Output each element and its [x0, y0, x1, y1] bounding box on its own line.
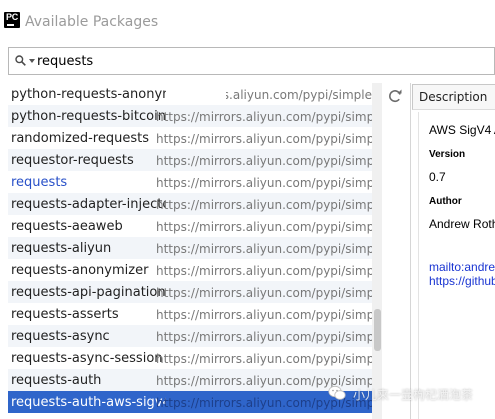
- package-row[interactable]: requests-anonymizer https://mirrors.aliy…: [8, 259, 372, 281]
- search-history-dropdown-icon[interactable]: [29, 59, 35, 63]
- package-name: requestor-requests: [11, 153, 134, 168]
- package-row[interactable]: requests-async-session https://mirrors.a…: [8, 347, 372, 369]
- package-repository: https://mirrors.aliyun.com/pypi/simple/: [156, 132, 372, 146]
- window-title: Available Packages: [25, 14, 159, 30]
- package-repository: https://mirrors.aliyun.com/pypi/simple/: [156, 176, 372, 190]
- package-list[interactable]: python-requests-anonymous-session https:…: [8, 83, 382, 419]
- package-name: requests-aliyun: [11, 241, 112, 256]
- description-header: Description: [412, 84, 495, 110]
- wechat-icon: [328, 385, 346, 400]
- package-summary: AWS SigV4 A: [429, 123, 495, 137]
- package-row[interactable]: randomized-requests https://mirrors.aliy…: [8, 127, 372, 149]
- panel-divider: [410, 83, 411, 419]
- search-input[interactable]: requests: [37, 54, 93, 69]
- package-name: requests: [11, 175, 68, 190]
- package-name: requests-adapter-injector: [11, 197, 166, 212]
- version-value: 0.7: [429, 170, 446, 184]
- package-repository: https://mirrors.aliyun.com/pypi/simple/: [156, 352, 372, 366]
- package-row[interactable]: requests-asserts https://mirrors.aliyun.…: [8, 303, 372, 325]
- homepage-link[interactable]: https://github: [429, 274, 495, 288]
- package-row[interactable]: requests-aeaweb https://mirrors.aliyun.c…: [8, 215, 372, 237]
- search-field[interactable]: requests: [8, 47, 495, 75]
- package-name: requests-auth-aws-sigv4: [11, 395, 166, 410]
- package-repository: https://mirrors.aliyun.com/pypi/simple/: [156, 308, 372, 322]
- description-title: Description: [419, 90, 488, 104]
- package-repository: https://mirrors.aliyun.com/pypi/simple/: [156, 154, 372, 168]
- package-row[interactable]: requests-aliyun https://mirrors.aliyun.c…: [8, 237, 372, 259]
- title-bar: PC Available Packages: [0, 0, 495, 44]
- package-row[interactable]: requests-api-pagination https://mirrors.…: [8, 281, 372, 303]
- watermark-text: 小儿来一壶枸杞酒泡茶: [353, 388, 474, 402]
- package-repository: https://mirrors.aliyun.com/pypi/simple/: [156, 330, 372, 344]
- package-repository: https://mirrors.aliyun.com/pypi/simple/: [156, 264, 372, 278]
- package-row[interactable]: requests-adapter-injector https://mirror…: [8, 193, 372, 215]
- app-icon-bar: [7, 24, 14, 26]
- search-icon[interactable]: [15, 55, 26, 66]
- package-name: python-requests-anonymous-session: [11, 87, 166, 102]
- package-repository: https://mirrors.aliyun.com/pypi/simple/: [156, 110, 372, 124]
- package-repository: https://mirrors.aliyun.com/pypi/simple/: [226, 88, 372, 102]
- author-label: Author: [429, 196, 462, 207]
- package-repository: https://mirrors.aliyun.com/pypi/simple/: [156, 220, 372, 234]
- package-repository: https://mirrors.aliyun.com/pypi/simple/: [156, 242, 372, 256]
- package-row[interactable]: requestor-requests https://mirrors.aliyu…: [8, 149, 372, 171]
- package-row-selected[interactable]: requests-auth-aws-sigv4 https://mirrors.…: [8, 391, 372, 413]
- package-row[interactable]: python-requests-bitcoinrpc https://mirro…: [8, 105, 372, 127]
- author-value: Andrew Roth: [429, 217, 495, 231]
- package-row[interactable]: python-requests-anonymous-session https:…: [8, 83, 372, 105]
- app-icon-label: PC: [6, 12, 18, 22]
- list-scrollbar[interactable]: [372, 83, 382, 419]
- package-name: requests-aeaweb: [11, 219, 123, 234]
- package-row[interactable]: requests-auth https://mirrors.aliyun.com…: [8, 369, 372, 391]
- package-name: requests-anonymizer: [11, 263, 149, 278]
- refresh-icon[interactable]: [386, 87, 404, 105]
- description-panel: AWS SigV4 A Version 0.7 Author Andrew Ro…: [418, 112, 495, 419]
- package-name: requests-async: [11, 329, 110, 344]
- scrollbar-thumb[interactable]: [374, 309, 381, 351]
- package-name: requests-async-session: [11, 351, 163, 366]
- version-label: Version: [429, 149, 466, 160]
- package-name: randomized-requests: [11, 131, 149, 146]
- author-email-link[interactable]: mailto:andre: [429, 260, 495, 274]
- package-repository: https://mirrors.aliyun.com/pypi/simple/: [156, 286, 372, 300]
- pycharm-app-icon: PC: [4, 12, 20, 28]
- package-repository: https://mirrors.aliyun.com/pypi/simple/: [156, 198, 372, 212]
- package-row[interactable]: requests https://mirrors.aliyun.com/pypi…: [8, 171, 372, 193]
- package-name: requests-api-pagination: [11, 285, 166, 300]
- package-name: requests-auth: [11, 373, 102, 388]
- package-row[interactable]: requests-async https://mirrors.aliyun.co…: [8, 325, 372, 347]
- package-name: python-requests-bitcoinrpc: [11, 109, 166, 124]
- package-name: requests-asserts: [11, 307, 119, 322]
